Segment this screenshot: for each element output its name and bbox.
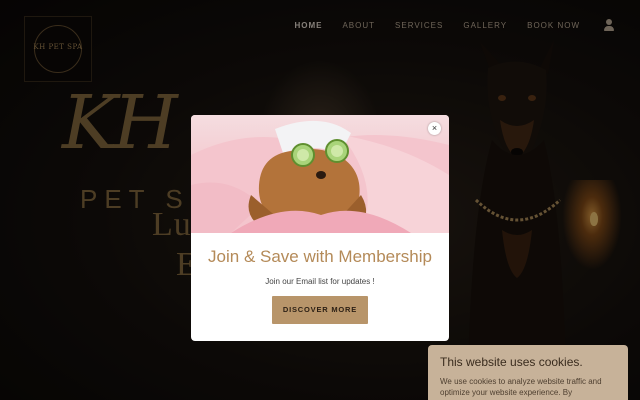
membership-popup: × Join & Save with Membership Join our E… xyxy=(191,115,449,341)
popup-image xyxy=(191,115,449,233)
discover-more-button[interactable]: DISCOVER MORE xyxy=(272,296,368,324)
popup-subtitle: Join our Email list for updates ! xyxy=(265,277,375,286)
popup-title: Join & Save with Membership xyxy=(208,247,432,266)
close-popup-button[interactable]: × xyxy=(428,122,441,135)
cookie-banner: This website uses cookies. We use cookie… xyxy=(428,345,628,400)
spa-dog-illustration xyxy=(191,120,449,233)
cookie-body: We use cookies to analyze website traffi… xyxy=(440,377,602,397)
cookie-title: This website uses cookies. xyxy=(440,355,583,369)
